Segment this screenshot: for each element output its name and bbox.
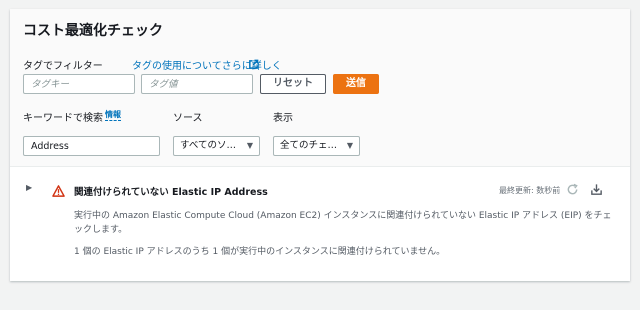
source-select-value: すべてのソ… [180, 140, 236, 151]
display-label: 表示 [273, 113, 293, 124]
download-icon[interactable] [590, 181, 603, 200]
source-select[interactable]: すべてのソ… ▼ [173, 136, 260, 156]
last-updated-text: 最終更新: 数秒前 [499, 186, 561, 195]
warning-icon [52, 182, 65, 201]
caret-down-icon: ▼ [246, 141, 253, 150]
tag-learn-more-link[interactable]: タグの使用についてさらに詳しく [132, 57, 282, 72]
reset-button[interactable]: リセット [260, 74, 326, 94]
check-title[interactable]: 関連付けられていない Elastic IP Address [74, 184, 268, 198]
cost-optimization-panel: コスト最適化チェック タグでフィルター タグの使用についてさらに詳しく リセット… [10, 9, 630, 281]
external-link-icon[interactable] [248, 55, 259, 74]
page-title: コスト最適化チェック [23, 23, 163, 39]
display-select[interactable]: 全てのチェ… ▼ [273, 136, 360, 156]
source-label: ソース [173, 113, 203, 124]
display-select-value: 全てのチェ… [280, 140, 338, 151]
info-link[interactable]: 情報 [105, 109, 121, 121]
panel-header: コスト最適化チェック タグでフィルター タグの使用についてさらに詳しく リセット… [10, 9, 630, 167]
caret-right-icon[interactable]: ▶ [26, 183, 32, 192]
check-description: 実行中の Amazon Elastic Compute Cloud (Amazo… [74, 211, 612, 235]
submit-button[interactable]: 送信 [333, 74, 379, 94]
caret-down-icon: ▼ [346, 141, 353, 150]
tag-filter-label: タグでフィルター [23, 61, 103, 72]
check-summary: 1 個の Elastic IP アドレスのうち 1 個が実行中のインスタンスに関… [74, 247, 446, 257]
refresh-icon[interactable] [566, 181, 579, 200]
tag-key-input[interactable] [23, 74, 135, 94]
tag-value-input[interactable] [141, 74, 253, 94]
keyword-search-label: キーワードで検索 [23, 113, 103, 124]
keyword-search-input[interactable] [23, 136, 160, 156]
